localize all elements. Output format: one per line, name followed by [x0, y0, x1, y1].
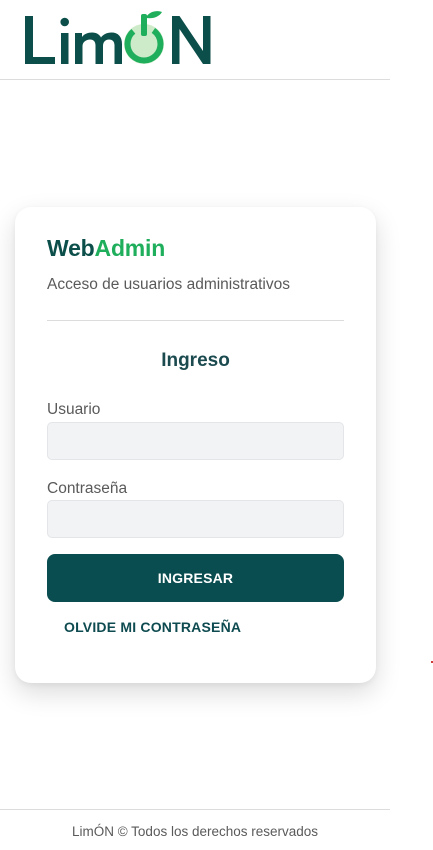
forgot-password-link[interactable]: OLVIDE MI CONTRASEÑA [64, 619, 241, 635]
limon-logo[interactable] [22, 8, 222, 75]
divider [47, 320, 344, 321]
login-card: WebAdmin Acceso de usuarios administrati… [15, 207, 376, 683]
section-title: Ingreso [161, 350, 230, 371]
username-input[interactable] [47, 422, 344, 460]
brand-admin-text: Admin [94, 235, 166, 261]
card-subtitle: Acceso de usuarios administrativos [47, 276, 290, 293]
top-header [0, 0, 390, 80]
limon-logo-icon [25, 11, 211, 64]
username-label: Usuario [47, 401, 101, 418]
login-button[interactable]: INGRESAR [47, 554, 344, 602]
footer-copyright: LimÓN © Todos los derechos reservados [71, 824, 319, 839]
brand-web-text: Web [47, 235, 95, 261]
password-input[interactable] [47, 500, 344, 538]
webadmin-title: WebAdmin [47, 235, 165, 262]
footer-divider [0, 809, 390, 810]
password-label: Contraseña [47, 480, 128, 497]
